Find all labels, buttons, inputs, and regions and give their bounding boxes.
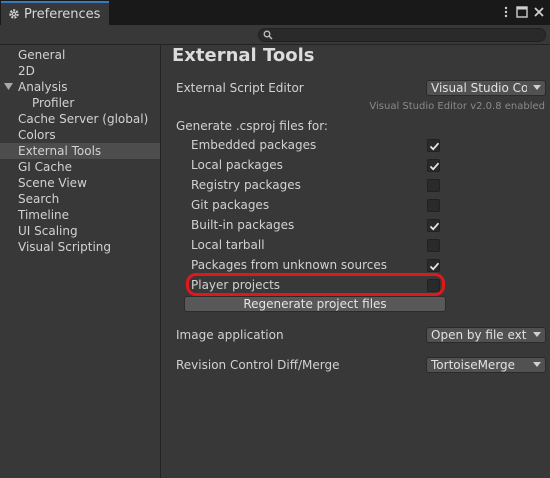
regenerate-project-files-button[interactable]: Regenerate project files xyxy=(184,296,446,312)
csproj-section-label: Generate .csproj files for: xyxy=(176,119,328,133)
image-application-label: Image application xyxy=(176,328,284,342)
sidebar-item-colors[interactable]: Colors xyxy=(0,127,160,143)
option-label: Local tarball xyxy=(191,238,265,252)
script-editor-label: External Script Editor xyxy=(176,81,304,95)
title-bar: Preferences xyxy=(0,0,550,25)
search-row xyxy=(0,25,550,45)
option-label: Git packages xyxy=(191,198,270,212)
sidebar-item-search[interactable]: Search xyxy=(0,191,160,207)
script-editor-dropdown[interactable]: Visual Studio Community xyxy=(426,80,546,96)
preferences-tab[interactable]: Preferences xyxy=(1,1,109,25)
preferences-window: Preferences General 2D Analysis Profiler… xyxy=(0,0,550,478)
sidebar-item-visual-scripting[interactable]: Visual Scripting xyxy=(0,239,160,255)
page-title: External Tools xyxy=(172,45,315,66)
chevron-down-icon xyxy=(533,362,541,367)
checkmark-icon xyxy=(429,262,440,271)
sidebar-item-timeline[interactable]: Timeline xyxy=(0,207,160,223)
sidebar-item-gi-cache[interactable]: GI Cache xyxy=(0,159,160,175)
window-title: Preferences xyxy=(24,6,101,22)
option-label: Built-in packages xyxy=(191,218,295,232)
sidebar-item-label: Visual Scripting xyxy=(18,240,111,254)
image-application-value: Open by file extension xyxy=(431,328,527,342)
sidebar-item-scene-view[interactable]: Scene View xyxy=(0,175,160,191)
embedded-packages-checkbox[interactable] xyxy=(427,139,440,152)
sidebar: General 2D Analysis Profiler Cache Serve… xyxy=(0,45,161,478)
revision-control-label: Revision Control Diff/Merge xyxy=(176,358,340,372)
checkmark-icon xyxy=(429,162,440,171)
sidebar-item-2d[interactable]: 2D xyxy=(0,63,160,79)
sidebar-item-general[interactable]: General xyxy=(0,47,160,63)
main-panel: External Tools External Script Editor Vi… xyxy=(162,45,550,478)
git-packages-checkbox[interactable] xyxy=(427,199,440,212)
sidebar-item-ui-scaling[interactable]: UI Scaling xyxy=(0,223,160,239)
option-label: Embedded packages xyxy=(191,138,317,152)
sidebar-item-label: Search xyxy=(18,192,60,206)
built-in-packages-checkbox[interactable] xyxy=(427,219,440,232)
sidebar-item-external-tools[interactable]: External Tools xyxy=(0,143,160,159)
sidebar-item-label: Cache Server (global) xyxy=(18,112,149,126)
option-label: Local packages xyxy=(191,158,283,172)
checkmark-icon xyxy=(429,142,440,151)
sidebar-item-label: UI Scaling xyxy=(18,224,78,238)
sidebar-item-label: Colors xyxy=(18,128,56,142)
sidebar-item-label: External Tools xyxy=(18,144,102,158)
search-input[interactable] xyxy=(258,28,546,42)
option-label: Packages from unknown sources xyxy=(191,258,387,272)
close-icon[interactable] xyxy=(532,5,546,19)
player-projects-checkbox[interactable] xyxy=(427,279,440,292)
checkmark-icon xyxy=(429,222,440,231)
sidebar-item-label: General xyxy=(18,48,66,62)
revision-control-dropdown[interactable]: TortoiseMerge xyxy=(426,357,546,373)
unknown-sources-checkbox[interactable] xyxy=(427,259,440,272)
sidebar-item-cache-server[interactable]: Cache Server (global) xyxy=(0,111,160,127)
chevron-down-icon xyxy=(533,85,541,90)
sidebar-item-profiler[interactable]: Profiler xyxy=(0,95,160,111)
image-application-dropdown[interactable]: Open by file extension xyxy=(426,327,546,343)
script-editor-version: Visual Studio Editor v2.0.8 enabled xyxy=(369,101,545,112)
local-packages-checkbox[interactable] xyxy=(427,159,440,172)
kebab-menu-icon[interactable] xyxy=(499,5,513,19)
option-label: Player projects xyxy=(191,278,281,292)
maximize-icon[interactable] xyxy=(515,5,529,19)
script-editor-value: Visual Studio Community xyxy=(431,81,527,95)
sidebar-item-label: GI Cache xyxy=(18,160,72,174)
chevron-down-icon xyxy=(533,332,541,337)
chevron-down-icon[interactable] xyxy=(4,83,13,91)
sidebar-item-label: Profiler xyxy=(32,96,75,110)
sidebar-item-label: Analysis xyxy=(18,80,68,94)
sidebar-item-label: Timeline xyxy=(18,208,70,222)
revision-control-value: TortoiseMerge xyxy=(431,358,516,372)
registry-packages-checkbox[interactable] xyxy=(427,179,440,192)
sidebar-item-analysis[interactable]: Analysis xyxy=(0,79,160,95)
sidebar-item-label: 2D xyxy=(18,64,35,78)
sidebar-item-label: Scene View xyxy=(18,176,87,190)
search-icon xyxy=(263,30,273,40)
option-label: Registry packages xyxy=(191,178,301,192)
local-tarball-checkbox[interactable] xyxy=(427,239,440,252)
gear-icon xyxy=(9,9,19,19)
